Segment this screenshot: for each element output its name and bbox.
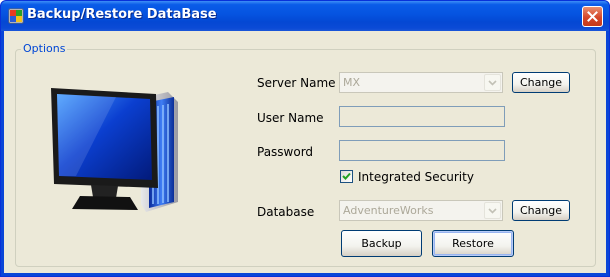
restore-label: Restore bbox=[452, 237, 494, 250]
server-change-button[interactable]: Change bbox=[512, 72, 570, 93]
close-icon bbox=[587, 11, 598, 22]
checkmark-icon bbox=[342, 172, 351, 180]
database-app-icon[interactable] bbox=[8, 8, 24, 24]
integrated-security-checkbox[interactable] bbox=[340, 170, 353, 183]
database-change-button[interactable]: Change bbox=[512, 200, 570, 221]
window-title: Backup/Restore DataBase bbox=[27, 7, 217, 22]
backup-button[interactable]: Backup bbox=[341, 230, 422, 257]
backup-restore-window: Backup/Restore DataBase Options Server N… bbox=[0, 0, 610, 277]
password-label: Password bbox=[257, 145, 314, 159]
integrated-security-label: Integrated Security bbox=[358, 170, 474, 184]
title-bar[interactable]: Backup/Restore DataBase bbox=[1, 1, 609, 31]
chevron-down-icon[interactable] bbox=[484, 74, 501, 91]
server-name-value: MX bbox=[343, 76, 361, 89]
server-change-label: Change bbox=[519, 76, 563, 89]
password-field[interactable] bbox=[339, 140, 505, 161]
computer-monitor-icon bbox=[46, 80, 186, 219]
database-value: AdventureWorks bbox=[343, 204, 434, 217]
restore-button[interactable]: Restore bbox=[432, 230, 514, 257]
database-combobox[interactable]: AdventureWorks bbox=[339, 200, 503, 221]
user-name-label: User Name bbox=[257, 111, 324, 125]
database-change-label: Change bbox=[519, 204, 563, 217]
server-name-combobox[interactable]: MX bbox=[339, 72, 503, 93]
database-label: Database bbox=[257, 205, 315, 219]
options-group-title: Options bbox=[21, 42, 68, 55]
close-button[interactable] bbox=[582, 6, 603, 27]
chevron-down-icon[interactable] bbox=[484, 202, 501, 219]
dialog-client-area: Options Server Name MX Change User Name … bbox=[4, 31, 606, 273]
backup-label: Backup bbox=[361, 237, 402, 250]
server-name-label: Server Name bbox=[257, 76, 336, 90]
user-name-field[interactable] bbox=[339, 106, 505, 127]
